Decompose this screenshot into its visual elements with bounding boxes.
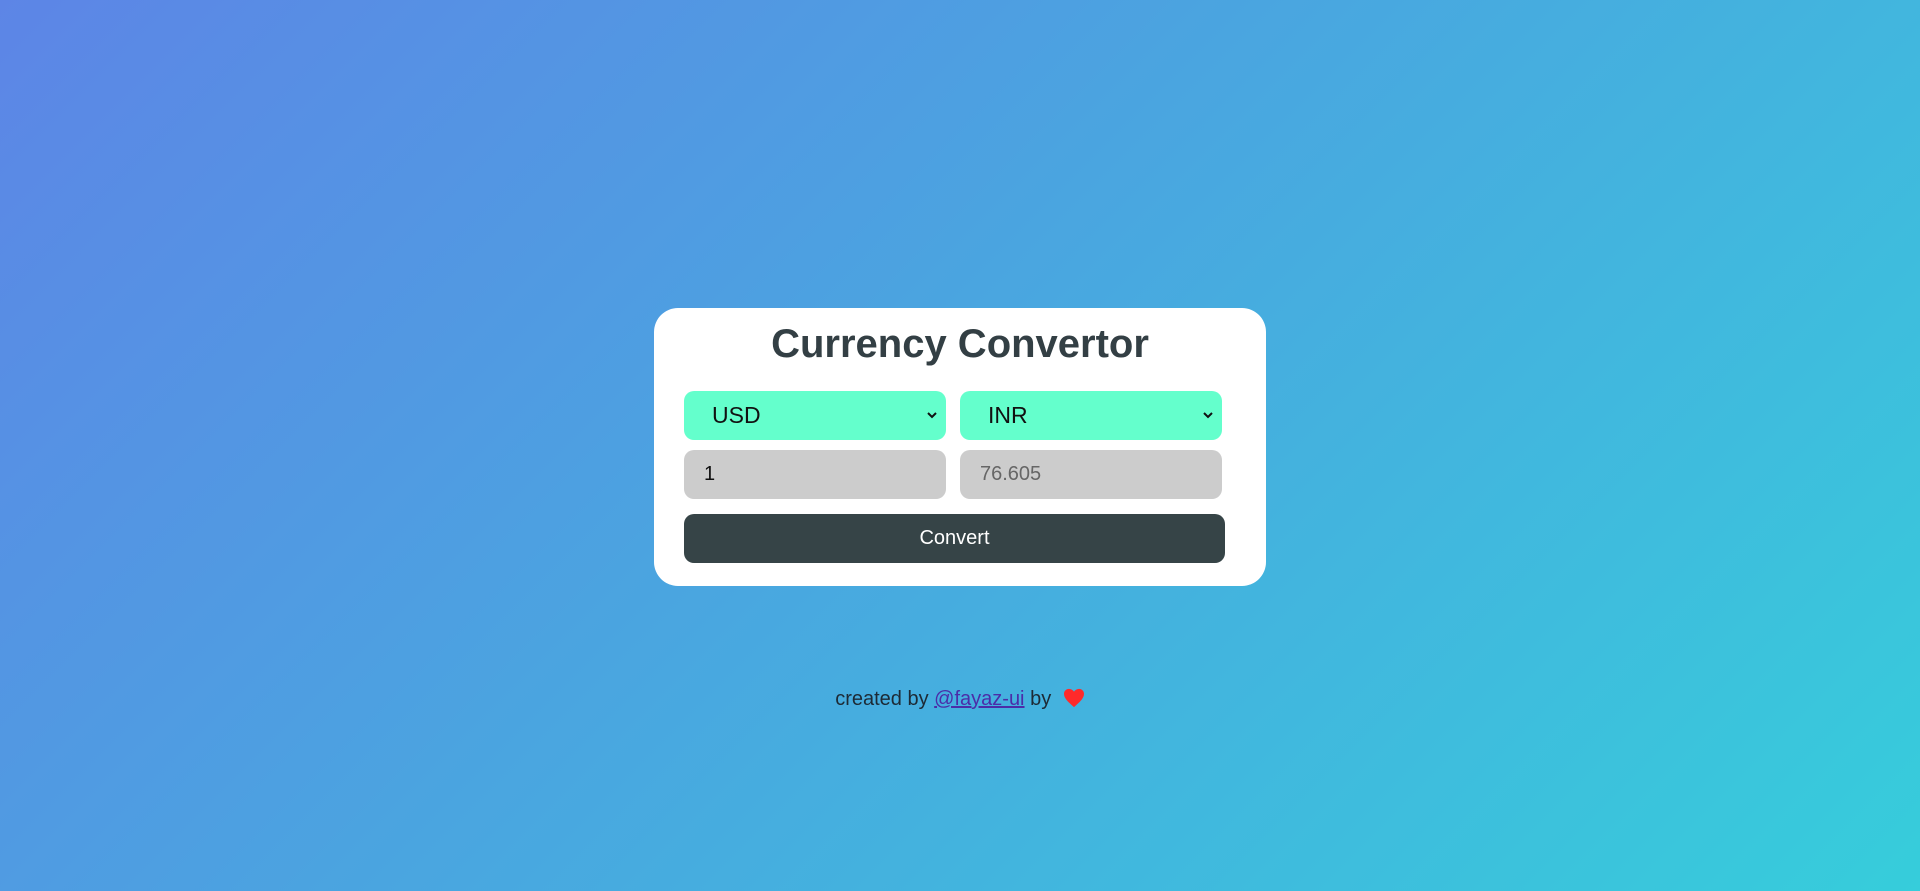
amount-input[interactable]: 1: [684, 450, 946, 499]
footer-suffix: by: [1030, 688, 1052, 710]
to-currency-select[interactable]: INR: [960, 391, 1222, 440]
heart-icon: [1063, 688, 1084, 708]
chevron-down-icon: [1203, 412, 1213, 419]
footer-credit: created by @fayaz-ui by: [0, 688, 1920, 711]
chevron-down-icon: [927, 412, 937, 419]
to-currency-value: INR: [988, 402, 1028, 428]
from-currency-select[interactable]: USD: [684, 391, 946, 440]
from-currency-value: USD: [712, 402, 761, 428]
page-title: Currency Convertor: [771, 322, 1149, 366]
author-link[interactable]: @fayaz-ui: [934, 688, 1024, 710]
footer-prefix: created by: [835, 688, 929, 710]
converter-card: Currency Convertor USD INR 1 76.605 Conv…: [654, 308, 1266, 586]
convert-button[interactable]: Convert: [684, 514, 1225, 563]
result-input[interactable]: 76.605: [960, 450, 1222, 499]
